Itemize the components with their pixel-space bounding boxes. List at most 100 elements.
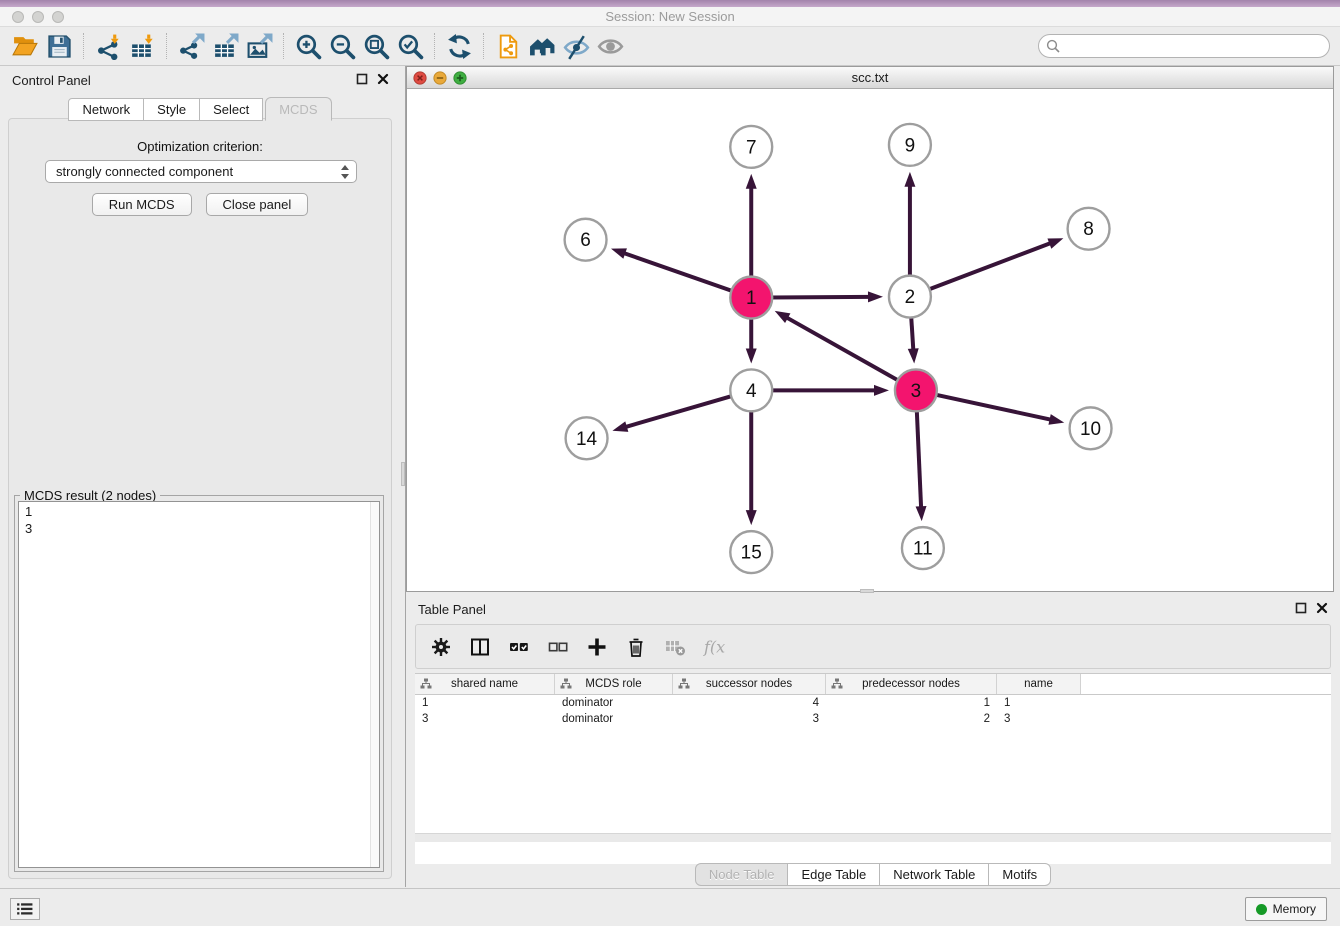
export-table-icon	[212, 33, 239, 60]
zoom-in-button[interactable]	[291, 30, 325, 62]
open-file-button[interactable]	[8, 30, 42, 62]
memory-button[interactable]: Memory	[1245, 897, 1327, 921]
edge-2-3[interactable]	[911, 316, 913, 351]
table-toolbar: f(x)	[415, 624, 1331, 669]
table-row[interactable]: 1dominator411	[415, 695, 1331, 711]
toolbar-separator	[483, 33, 484, 59]
float-table-panel-icon[interactable]	[1295, 602, 1307, 614]
export-image-icon	[246, 33, 273, 60]
cell-MCDS-role[interactable]: dominator	[555, 695, 673, 711]
delete-column-button[interactable]	[625, 636, 647, 658]
cell-name[interactable]: 1	[997, 695, 1081, 711]
apply-layout-button[interactable]	[442, 30, 476, 62]
column-header-shared-name[interactable]: shared name	[415, 674, 555, 694]
node-label-2: 2	[905, 287, 916, 308]
toolbar-separator	[166, 33, 167, 59]
memory-label: Memory	[1273, 902, 1316, 916]
result-scrollbar[interactable]	[370, 502, 379, 867]
cell-MCDS-role[interactable]: dominator	[555, 711, 673, 727]
control-panel: Control Panel NetworkStyleSelectMCDS Opt…	[0, 66, 401, 887]
node-label-15: 15	[741, 543, 762, 564]
edge-3-10[interactable]	[934, 394, 1051, 419]
control-panel-title: Control Panel	[12, 73, 91, 88]
toggle-panes-button[interactable]	[469, 636, 491, 658]
add-column-button[interactable]	[586, 636, 608, 658]
select-all-button[interactable]	[508, 636, 530, 658]
save-session-button[interactable]	[42, 30, 76, 62]
export-network-button[interactable]	[174, 30, 208, 62]
close-panel-button[interactable]: Close panel	[206, 193, 309, 216]
zoom-fit-button[interactable]	[359, 30, 393, 62]
cell-successor-nodes[interactable]: 3	[673, 711, 826, 727]
tab-style[interactable]: Style	[143, 98, 200, 121]
edge-1-2[interactable]	[770, 297, 870, 298]
edge-4-14[interactable]	[625, 396, 733, 427]
vertical-splitter-handle[interactable]	[401, 462, 405, 486]
tab-edge-table[interactable]: Edge Table	[787, 863, 880, 886]
edge-3-1[interactable]	[786, 317, 899, 381]
network-canvas[interactable]: 7968124314101511	[407, 89, 1333, 591]
window-title: Session: New Session	[0, 9, 1340, 24]
hide-graphics-details-button[interactable]	[559, 30, 593, 62]
close-panel-icon[interactable]	[377, 73, 389, 85]
mcds-result-textarea[interactable]: 1 3	[18, 501, 380, 868]
network-frame-titlebar[interactable]: scc.txt	[407, 67, 1333, 89]
float-panel-icon[interactable]	[356, 73, 368, 85]
edge-arrow-1-4	[746, 348, 757, 363]
cell-predecessor-nodes[interactable]: 2	[826, 711, 997, 727]
export-image-button[interactable]	[242, 30, 276, 62]
home-button[interactable]	[525, 30, 559, 62]
column-settings-icon	[430, 636, 452, 658]
new-network-from-selection-button[interactable]	[491, 30, 525, 62]
column-header-predecessor-nodes[interactable]: predecessor nodes	[826, 674, 997, 694]
svg-text:f(x): f(x)	[703, 637, 725, 656]
tab-network-table[interactable]: Network Table	[879, 863, 989, 886]
column-settings-button[interactable]	[430, 636, 452, 658]
edge-2-8[interactable]	[928, 243, 1052, 290]
column-header-name[interactable]: name	[997, 674, 1081, 694]
node-label-3: 3	[911, 381, 922, 402]
import-table-button[interactable]	[125, 30, 159, 62]
tab-network[interactable]: Network	[68, 98, 144, 121]
horizontal-splitter-handle[interactable]	[860, 589, 874, 593]
cell-name[interactable]: 3	[997, 711, 1081, 727]
table-row[interactable]: 3dominator323	[415, 711, 1331, 727]
toggle-panes-icon	[469, 636, 491, 658]
cell-successor-nodes[interactable]: 4	[673, 695, 826, 711]
optimization-criterion-select[interactable]: strongly connected component	[45, 160, 357, 183]
tab-node-table[interactable]: Node Table	[695, 863, 789, 886]
column-header-MCDS-role[interactable]: MCDS role	[555, 674, 673, 694]
cell-predecessor-nodes[interactable]: 1	[826, 695, 997, 711]
search-icon	[1046, 39, 1060, 53]
edge-arrow-2-3	[908, 348, 919, 363]
column-header-successor-nodes[interactable]: successor nodes	[673, 674, 826, 694]
deselect-all-button[interactable]	[547, 636, 569, 658]
node-label-10: 10	[1080, 419, 1101, 440]
task-history-button[interactable]	[10, 898, 40, 920]
tab-motifs[interactable]: Motifs	[988, 863, 1051, 886]
app-window: Session: New Session Control Panel Netwo…	[0, 0, 1340, 926]
edge-1-6[interactable]	[623, 253, 733, 291]
hide-graphics-details-icon	[563, 33, 590, 60]
close-table-panel-icon[interactable]	[1316, 602, 1328, 614]
edge-arrow-4-15	[746, 510, 757, 525]
tab-select[interactable]: Select	[199, 98, 263, 121]
zoom-selected-button[interactable]	[393, 30, 427, 62]
cell-shared-name[interactable]: 1	[415, 695, 555, 711]
search-input[interactable]	[1038, 34, 1330, 58]
node-label-6: 6	[580, 230, 591, 251]
import-network-button[interactable]	[91, 30, 125, 62]
export-table-button[interactable]	[208, 30, 242, 62]
edge-3-11[interactable]	[917, 409, 921, 508]
zoom-out-button[interactable]	[325, 30, 359, 62]
show-graphics-details-button[interactable]	[593, 30, 627, 62]
column-label: predecessor nodes	[862, 678, 960, 690]
edge-arrow-2-9	[904, 172, 915, 187]
search-field-wrap	[1038, 34, 1330, 58]
tab-mcds[interactable]: MCDS	[265, 97, 331, 121]
cell-shared-name[interactable]: 3	[415, 711, 555, 727]
show-graphics-details-icon	[597, 33, 624, 60]
run-mcds-button[interactable]: Run MCDS	[92, 193, 192, 216]
import-network-icon	[95, 33, 122, 60]
edge-arrow-3-10	[1048, 414, 1064, 425]
